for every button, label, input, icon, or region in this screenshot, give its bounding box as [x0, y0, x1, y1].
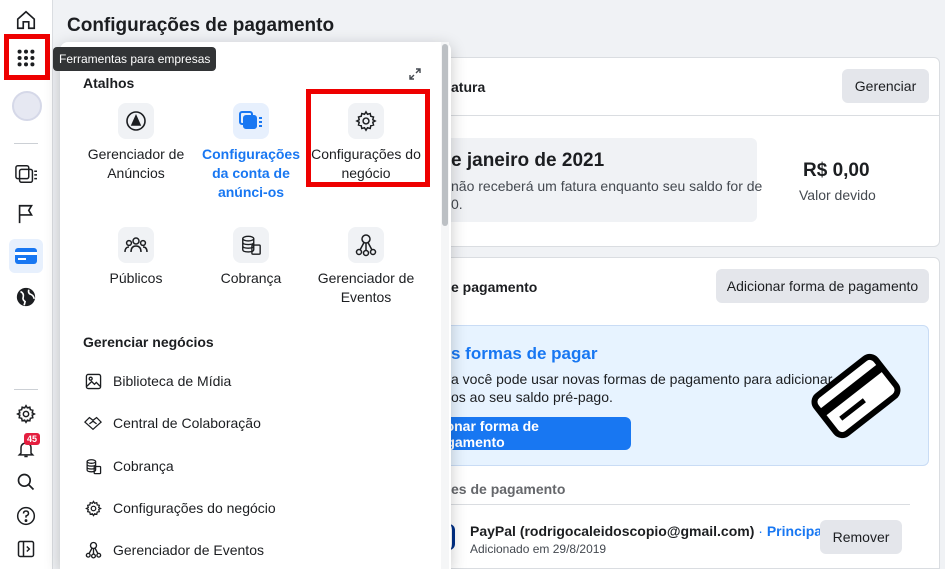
scrollbar-thumb[interactable] [442, 44, 448, 226]
business-settings-highlight-box [306, 89, 430, 187]
globe-icon[interactable] [9, 280, 43, 314]
menu-scrollbar[interactable] [441, 42, 449, 569]
media-library-icon [83, 371, 103, 391]
title-separator: · [758, 523, 763, 539]
tooltip: Ferramentas para empresas [53, 47, 217, 71]
promo-text-line2: os ao seu saldo pré-pago. [451, 389, 613, 405]
divider [430, 504, 910, 505]
shortcut-billing[interactable]: Cobrança [196, 227, 306, 288]
collapse-panel-icon[interactable] [9, 532, 43, 566]
shortcut-label: Cobrança [220, 270, 282, 286]
remove-button[interactable]: Remover [820, 520, 902, 554]
menu-item-label: Cobrança [113, 458, 174, 474]
help-icon[interactable] [9, 499, 43, 533]
ads-manager-icon [118, 103, 154, 139]
billing-card-icon[interactable] [9, 239, 43, 273]
manage-business-header: Gerenciar negócios [83, 334, 214, 350]
amount-due-label: Valor devido [799, 187, 876, 203]
shortcuts-header: Atalhos [83, 75, 135, 91]
promo-text-line1: a você pode usar novas formas de pagamen… [451, 371, 833, 387]
primary-label: Principal [766, 523, 826, 539]
payment-methods-title: e pagamento [451, 279, 538, 295]
left-nav-rail: 45 [0, 0, 53, 569]
shortcut-ad-account-settings[interactable]: Configurações da conta de anúnci-os [196, 103, 306, 202]
menu-item-business-settings[interactable]: Configurações do negócio [83, 498, 276, 518]
menu-item-label: Gerenciador de Eventos [113, 542, 264, 558]
add-payment-method-button[interactable]: Adicionar forma de pagamento [716, 269, 929, 303]
ads-manager-icon[interactable] [9, 157, 43, 191]
credit-card-illustration-icon [808, 350, 904, 447]
shortcut-audiences[interactable]: Públicos [81, 227, 191, 288]
menu-item-events-manager[interactable]: Gerenciador de Eventos [83, 540, 264, 560]
tools-highlight-box [4, 34, 50, 80]
avatar[interactable] [12, 91, 42, 121]
shortcut-label: Gerenciador de Eventos [317, 270, 415, 305]
settings-gear-icon[interactable] [9, 397, 43, 431]
page-title: Configurações de pagamento [67, 15, 335, 36]
home-icon[interactable] [9, 3, 43, 37]
menu-item-billing[interactable]: Cobrança [83, 456, 174, 476]
notifications-badge: 45 [24, 433, 41, 445]
search-icon[interactable] [9, 465, 43, 499]
billing-note-line2: 0. [451, 196, 463, 212]
amount-due: R$ 0,00 [803, 160, 870, 181]
menu-item-collaboration-center[interactable]: Central de Colaboração [83, 413, 261, 433]
billing-icon [233, 227, 269, 263]
shortcut-label: Públicos [109, 270, 163, 286]
promo-add-payment-button[interactable]: icionar forma de pagamento [430, 417, 631, 450]
audiences-icon [118, 227, 154, 263]
menu-item-label: Central de Colaboração [113, 415, 261, 431]
shortcut-events-manager[interactable]: Gerenciador de Eventos [311, 227, 421, 307]
rail-divider [14, 389, 38, 390]
rail-divider [14, 143, 38, 144]
billing-icon [83, 456, 103, 476]
billing-date: e janeiro de 2021 [451, 150, 605, 171]
promo-title: s formas de pagar [451, 344, 598, 363]
expand-icon[interactable] [407, 66, 423, 87]
divider [421, 115, 939, 116]
menu-item-label: Biblioteca de Mídia [113, 373, 232, 389]
billing-note-line1: não receberá um fatura enquanto seu sald… [451, 178, 763, 194]
shortcut-ads-manager[interactable]: Gerenciador de Anúncios [81, 103, 191, 183]
payment-list-header: es de pagamento [451, 481, 566, 497]
manage-button[interactable]: Gerenciar [842, 69, 929, 103]
events-manager-icon [348, 227, 384, 263]
billing-card-title: atura [451, 79, 486, 95]
shortcut-label: Gerenciador de Anúncios [87, 146, 185, 181]
flag-icon[interactable] [9, 197, 43, 231]
gear-icon [83, 498, 103, 518]
collaboration-icon [83, 413, 103, 433]
paypal-added-date: Adicionado em 29/8/2019 [470, 542, 607, 556]
menu-item-media-library[interactable]: Biblioteca de Mídia [83, 371, 231, 391]
menu-item-label: Configurações do negócio [113, 500, 276, 516]
shortcut-label: Configurações da conta de anúnci-os [201, 146, 300, 200]
ad-account-settings-icon [233, 103, 269, 139]
paypal-account-name: PayPal (rodrigocaleidoscopio@gmail.com) [470, 523, 755, 539]
paypal-row-title: PayPal (rodrigocaleidoscopio@gmail.com) … [470, 523, 826, 539]
events-manager-icon [83, 540, 103, 560]
